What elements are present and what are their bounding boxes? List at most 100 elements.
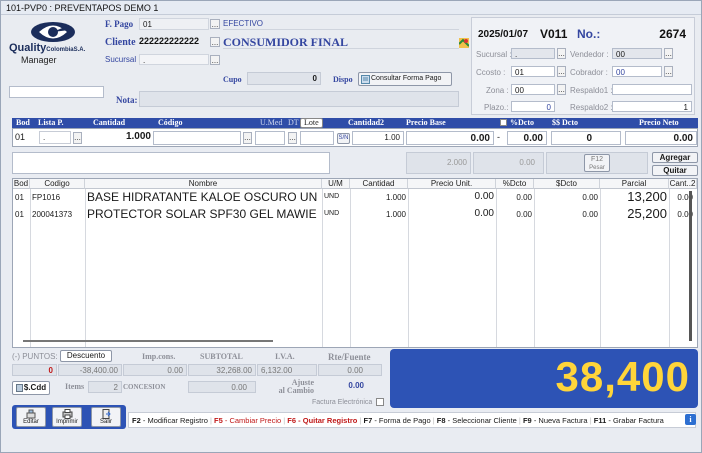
fk-f8[interactable]: F8 - Seleccionar Cliente — [437, 416, 517, 425]
entry-codigo[interactable] — [153, 131, 241, 145]
fk-f5-label: - Cambiar Precio — [224, 416, 282, 425]
fpago-label: F. Pago — [105, 19, 134, 29]
col-precio-unit[interactable]: Precio Unit. — [408, 179, 496, 189]
entry-description-field[interactable] — [12, 152, 330, 174]
fk-f9[interactable]: F9 - Nueva Factura — [523, 416, 588, 425]
col-codigo[interactable]: Codigo — [30, 179, 85, 189]
grid-vertical-scrollbar[interactable] — [689, 191, 692, 341]
col-cantidad[interactable]: Cantidad — [350, 179, 408, 189]
fpago-code-field[interactable]: 01 — [139, 18, 209, 30]
row-sdcto: 0.00 — [582, 210, 598, 219]
grand-total-panel: 38,400 — [390, 349, 698, 408]
col-nombre[interactable]: Nombre — [85, 179, 322, 189]
rf-plazo-field[interactable]: 0 — [511, 101, 555, 112]
col-cant2[interactable]: Cant..2 — [669, 179, 697, 189]
cliente-name: CONSUMIDOR FINAL — [223, 35, 459, 49]
codigo-lookup-button[interactable]: ... — [243, 132, 252, 144]
row-cantidad: 1.000 — [385, 210, 406, 219]
entry-pdcto[interactable]: 0.00 — [507, 131, 547, 145]
table-row[interactable]: 01 200041373 PROTECTOR SOLAR SPF30 GEL M… — [13, 206, 697, 222]
rf-vendedor-lookup[interactable]: ... — [664, 48, 673, 59]
doc-number: 2674 — [659, 27, 686, 41]
editar-button[interactable]: Editar — [16, 407, 46, 427]
cupo-value: 0 — [247, 72, 321, 85]
rte-value: 0.00 — [318, 364, 382, 376]
entry-precio-base[interactable]: 0.00 — [406, 131, 494, 145]
rf-cobrador-field[interactable]: 00 — [612, 66, 662, 77]
quitar-button[interactable]: Quitar — [652, 165, 698, 176]
pdcto-checkbox[interactable] — [500, 119, 507, 126]
rf-cobrador-lookup[interactable]: ... — [664, 66, 673, 77]
rf-ccosto-field[interactable]: 01 — [511, 66, 555, 77]
cliente-id-field[interactable]: 222222222222 — [139, 36, 209, 48]
entry-precio-neto[interactable]: 0.00 — [625, 131, 697, 145]
rf-sucursal-lookup[interactable]: ... — [557, 48, 566, 59]
fk-f9-key: F9 — [522, 416, 532, 425]
entry-bod[interactable]: 01 — [15, 132, 25, 142]
map-icon[interactable] — [458, 38, 470, 50]
cdd-label: $.Cdd — [23, 383, 47, 392]
col-parcial[interactable]: Parcial — [600, 179, 669, 189]
rf-respaldo1-field[interactable] — [612, 84, 692, 95]
eh-cantidad2: Cantidad2 — [348, 118, 385, 127]
nota-field[interactable] — [139, 91, 459, 107]
fpago-lookup-button[interactable]: ... — [210, 19, 220, 29]
fk-f2[interactable]: F2 - Modificar Registro — [132, 416, 208, 425]
sucursal-field[interactable]: . — [139, 54, 209, 65]
rf-zona-lookup[interactable]: ... — [557, 84, 566, 95]
entry-cantidad[interactable]: 1.000 — [85, 131, 151, 145]
cdd-button[interactable]: $.Cdd — [12, 381, 50, 395]
factura-electronica-checkbox[interactable] — [376, 398, 384, 406]
nota-left-field[interactable] — [9, 86, 104, 98]
imprimir-button[interactable]: Imprimir — [52, 407, 82, 427]
editar-label: Editar — [23, 419, 39, 425]
fk-f11[interactable]: F11 - Grabar Factura — [594, 416, 664, 425]
consultar-forma-pago-button[interactable]: Consultar Forma Pago — [358, 72, 452, 86]
exit-door-icon — [92, 409, 120, 419]
salir-button[interactable]: Salir — [91, 407, 121, 427]
entry-umed[interactable] — [255, 131, 285, 145]
rf-vendedor-field[interactable]: 00 — [612, 48, 662, 59]
entry-lote[interactable] — [300, 131, 334, 145]
agregar-button[interactable]: Agregar — [652, 152, 698, 163]
col-sdcto[interactable]: $Dcto — [534, 179, 600, 189]
row-bod: 01 — [15, 210, 24, 219]
cupo-label: Cupo — [223, 75, 242, 84]
row-codigo: FP1016 — [32, 193, 61, 202]
row-nombre: BASE HIDRATANTE KALOE OSCURO UN — [87, 190, 318, 204]
sn-button[interactable]: S/N — [337, 133, 350, 144]
info-icon[interactable]: i — [685, 414, 696, 425]
entry-lista[interactable]: . — [39, 131, 71, 144]
fk-f5[interactable]: F5 - Cambiar Precio — [214, 416, 281, 425]
cliente-label: Cliente — [105, 37, 136, 48]
rf-sucursal-field[interactable]: . — [511, 48, 555, 59]
items-value: 2 — [88, 381, 122, 393]
umed-lookup-button[interactable]: ... — [288, 132, 297, 144]
cliente-lookup-button[interactable]: ... — [210, 37, 220, 47]
entry-sdcto[interactable]: 0 — [551, 131, 621, 145]
f12-pesar-button[interactable]: F12 Pesar — [584, 154, 610, 172]
col-pdcto[interactable]: %Dcto — [496, 179, 534, 189]
grid-horizontal-scrollbar[interactable] — [23, 340, 273, 342]
eh-bod: Bod — [16, 118, 30, 127]
col-um[interactable]: U/M — [322, 179, 350, 189]
ajuste-value: 0.00 — [348, 381, 364, 390]
sub-dcto: 0.00 — [473, 152, 544, 174]
descuento-button[interactable]: Descuento — [60, 350, 112, 362]
lista-lookup-button[interactable]: ... — [73, 132, 82, 144]
lote-button[interactable]: Lote — [300, 118, 323, 128]
entry-header-bar: Bod Lista P. Cantidad Código U.Med DT Lo… — [12, 118, 698, 128]
sucursal-lookup-button[interactable]: ... — [210, 55, 220, 65]
rf-respaldo2-field[interactable]: 1 — [612, 101, 692, 112]
entry-cantidad2[interactable]: 1.00 — [352, 131, 404, 145]
fk-f6[interactable]: F6 - Quitar Registro — [287, 416, 357, 425]
rf-ccosto-label: Ccosto : — [476, 68, 506, 77]
rf-zona-field[interactable]: 00 — [511, 84, 555, 95]
row-parcial: 13,200 — [627, 189, 667, 204]
rf-ccosto-lookup[interactable]: ... — [557, 66, 566, 77]
sucursal-label: Sucursal — [105, 55, 137, 64]
col-bod[interactable]: Bod — [13, 179, 30, 189]
fk-f2-key: F2 — [132, 416, 141, 425]
fk-f7[interactable]: F7 - Forma de Pago — [363, 416, 430, 425]
table-row[interactable]: 01 FP1016 BASE HIDRATANTE KALOE OSCURO U… — [13, 189, 697, 205]
